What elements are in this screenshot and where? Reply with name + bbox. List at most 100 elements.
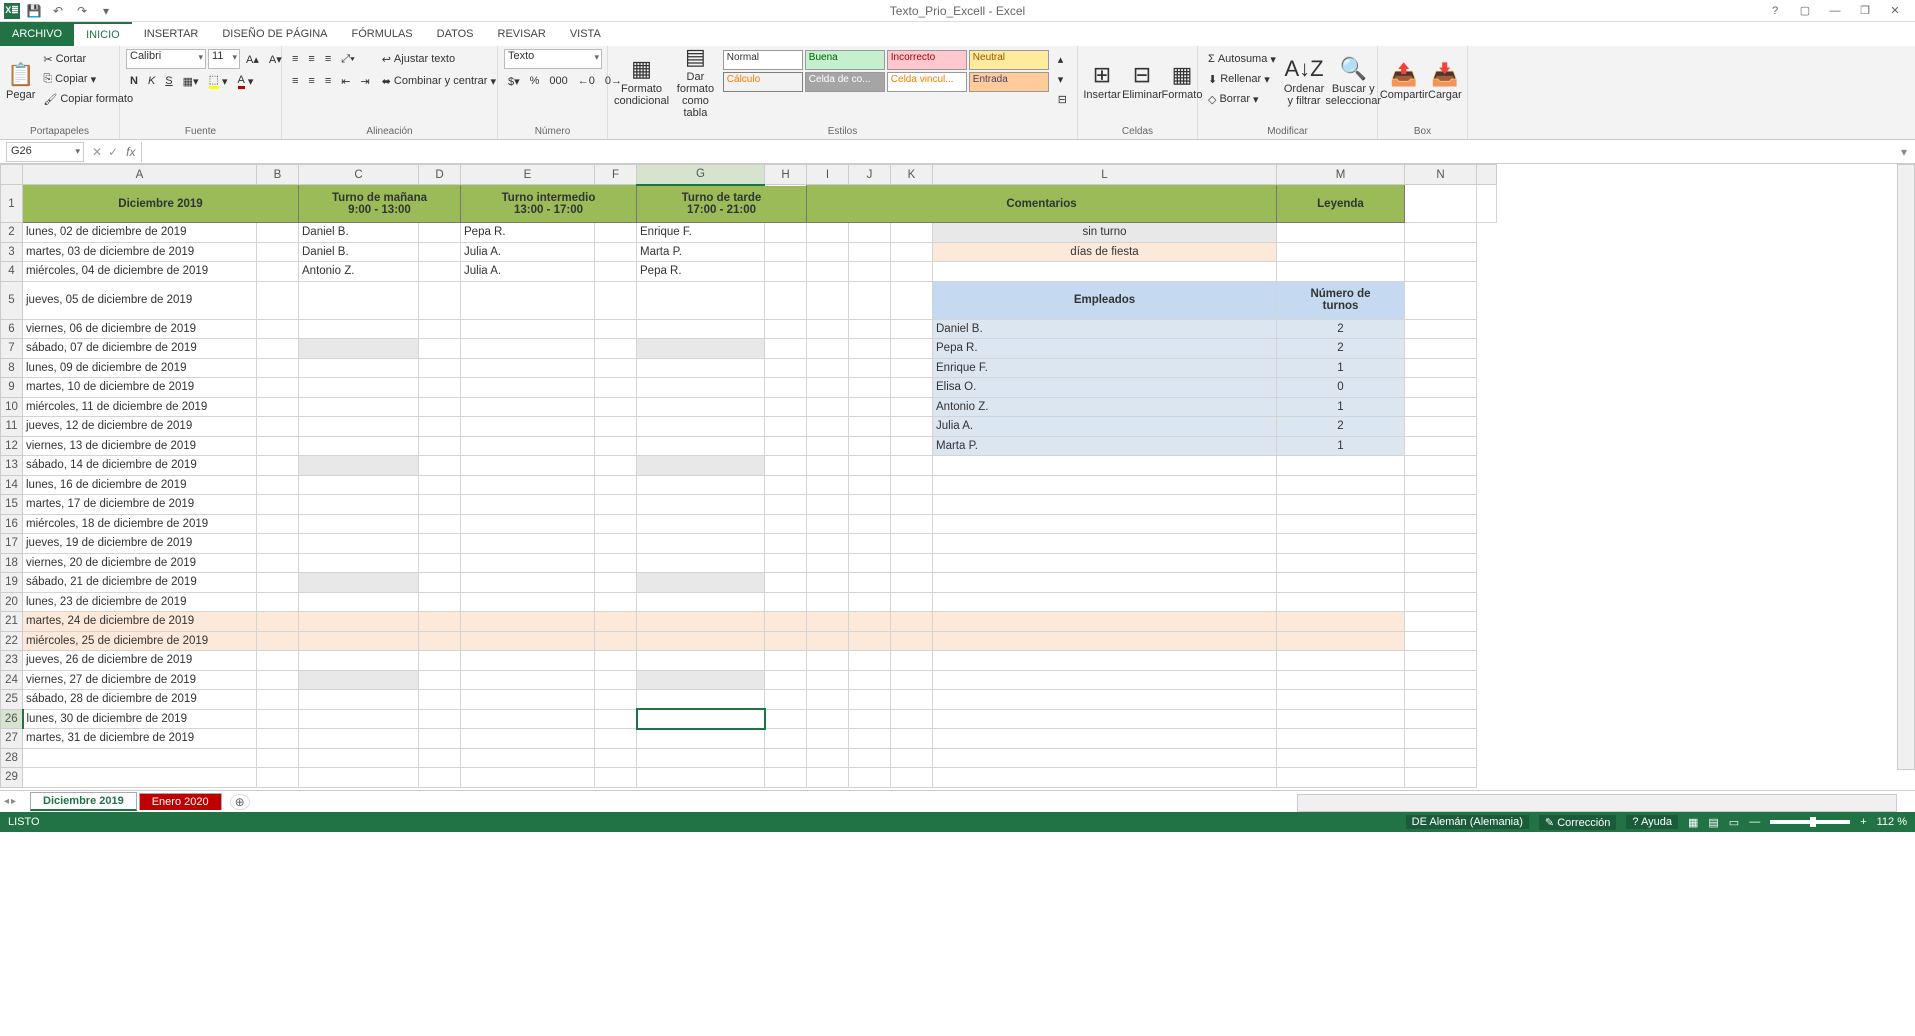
zoom-level[interactable]: 112 %	[1877, 816, 1907, 828]
cell-D5[interactable]	[419, 281, 461, 319]
row-header-9[interactable]: 9	[1, 378, 23, 398]
cell-A28[interactable]	[23, 748, 257, 768]
cell-I25[interactable]	[807, 690, 849, 710]
cell-M4[interactable]	[1277, 262, 1405, 282]
cell-H10[interactable]	[765, 397, 807, 417]
cell-D19[interactable]	[419, 573, 461, 593]
cell-D22[interactable]	[419, 631, 461, 651]
cell-J11[interactable]	[849, 417, 891, 437]
cell-J10[interactable]	[849, 397, 891, 417]
tab-formulas[interactable]: FÓRMULAS	[340, 22, 425, 46]
cell-C6[interactable]	[299, 319, 419, 339]
status-correction[interactable]: ✎ Corrección	[1539, 815, 1616, 830]
cell-M22[interactable]	[1277, 631, 1405, 651]
cell-L15[interactable]	[933, 495, 1277, 515]
cell-E22[interactable]	[461, 631, 595, 651]
cell-H2[interactable]	[765, 223, 807, 243]
cell-K15[interactable]	[891, 495, 933, 515]
cell-F8[interactable]	[595, 358, 637, 378]
cell-F26[interactable]	[595, 709, 637, 729]
cell-D10[interactable]	[419, 397, 461, 417]
cell-B6[interactable]	[257, 319, 299, 339]
cell-K16[interactable]	[891, 514, 933, 534]
cell-J3[interactable]	[849, 242, 891, 262]
cell-H4[interactable]	[765, 262, 807, 282]
cell-N2[interactable]	[1405, 223, 1477, 243]
row-header-12[interactable]: 12	[1, 436, 23, 456]
cell-K7[interactable]	[891, 339, 933, 359]
cell-M17[interactable]	[1277, 534, 1405, 554]
cell-K4[interactable]	[891, 262, 933, 282]
font-size-select[interactable]: 11	[208, 49, 240, 69]
cell-F23[interactable]	[595, 651, 637, 671]
formato-button[interactable]: ▦Formato	[1164, 49, 1200, 115]
cell-B16[interactable]	[257, 514, 299, 534]
cell-J8[interactable]	[849, 358, 891, 378]
cell-N13[interactable]	[1405, 456, 1477, 476]
cell-G24[interactable]	[637, 670, 765, 690]
row-header-24[interactable]: 24	[1, 670, 23, 690]
cell-E6[interactable]	[461, 319, 595, 339]
cell-F11[interactable]	[595, 417, 637, 437]
emp-name-1[interactable]: Pepa R.	[933, 339, 1277, 359]
cell-L27[interactable]	[933, 729, 1277, 749]
style-celda-comprobacion[interactable]: Celda de co...	[805, 72, 885, 92]
cell-G26[interactable]	[637, 709, 765, 729]
cell-H7[interactable]	[765, 339, 807, 359]
close-icon[interactable]: ✕	[1881, 2, 1909, 20]
cell-L4[interactable]	[933, 262, 1277, 282]
cell-I19[interactable]	[807, 573, 849, 593]
cell-I27[interactable]	[807, 729, 849, 749]
formula-expand-icon[interactable]: ▾	[1893, 145, 1915, 159]
row-header-6[interactable]: 6	[1, 319, 23, 339]
cell-C20[interactable]	[299, 592, 419, 612]
cell-C5[interactable]	[299, 281, 419, 319]
cell-G10[interactable]	[637, 397, 765, 417]
cell-M15[interactable]	[1277, 495, 1405, 515]
cell-L29[interactable]	[933, 768, 1277, 788]
cell-M20[interactable]	[1277, 592, 1405, 612]
borrar-button[interactable]: ◇Borrar ▾	[1204, 89, 1280, 109]
style-calculo[interactable]: Cálculo	[723, 72, 803, 92]
tab-inicio[interactable]: INICIO	[74, 22, 132, 46]
cell-D14[interactable]	[419, 475, 461, 495]
cell-J9[interactable]	[849, 378, 891, 398]
cell-F17[interactable]	[595, 534, 637, 554]
cell-A9[interactable]: martes, 10 de diciembre de 2019	[23, 378, 257, 398]
cell-E7[interactable]	[461, 339, 595, 359]
cell-styles-gallery[interactable]: Normal Buena Incorrecto Neutral Cálculo …	[722, 49, 1050, 93]
cell-C22[interactable]	[299, 631, 419, 651]
cell-E5[interactable]	[461, 281, 595, 319]
styles-scroll-down[interactable]: ▾	[1054, 69, 1071, 89]
cell-J2[interactable]	[849, 223, 891, 243]
cell-M21[interactable]	[1277, 612, 1405, 632]
cell-J21[interactable]	[849, 612, 891, 632]
cell-H3[interactable]	[765, 242, 807, 262]
cell-A22[interactable]: miércoles, 25 de diciembre de 2019	[23, 631, 257, 651]
cell-E4[interactable]: Julia A.	[461, 262, 595, 282]
cell-K3[interactable]	[891, 242, 933, 262]
enter-formula-icon[interactable]: ✓	[108, 145, 118, 159]
cell-G16[interactable]	[637, 514, 765, 534]
cell-C17[interactable]	[299, 534, 419, 554]
eliminar-button[interactable]: ⊟Eliminar	[1124, 49, 1160, 115]
cell-D27[interactable]	[419, 729, 461, 749]
cell-I12[interactable]	[807, 436, 849, 456]
cell-H6[interactable]	[765, 319, 807, 339]
cell-K24[interactable]	[891, 670, 933, 690]
cell-I11[interactable]	[807, 417, 849, 437]
cell-C12[interactable]	[299, 436, 419, 456]
cell-E13[interactable]	[461, 456, 595, 476]
cell-K10[interactable]	[891, 397, 933, 417]
cell-D23[interactable]	[419, 651, 461, 671]
row-header-1[interactable]: 1	[1, 185, 23, 223]
cell-N14[interactable]	[1405, 475, 1477, 495]
cell-N4[interactable]	[1405, 262, 1477, 282]
cell-A4[interactable]: miércoles, 04 de diciembre de 2019	[23, 262, 257, 282]
col-header-J[interactable]: J	[849, 165, 891, 185]
buscar-seleccionar-button[interactable]: 🔍Buscar y seleccionar	[1328, 49, 1378, 115]
row-header-20[interactable]: 20	[1, 592, 23, 612]
cell-F2[interactable]	[595, 223, 637, 243]
cell-E29[interactable]	[461, 768, 595, 788]
style-buena[interactable]: Buena	[805, 50, 885, 70]
